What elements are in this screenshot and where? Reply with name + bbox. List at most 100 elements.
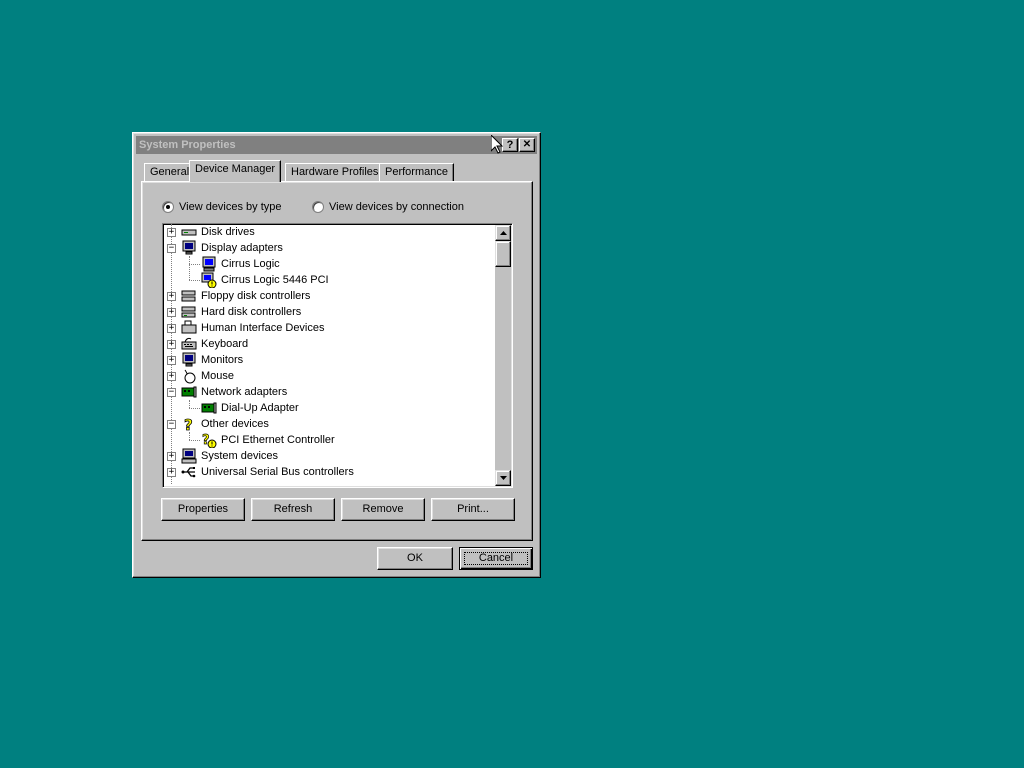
tree-item-label: Human Interface Devices — [201, 322, 325, 334]
usb-icon — [181, 467, 196, 478]
tree-item[interactable]: Network adapters — [181, 384, 287, 400]
tree-connector — [189, 440, 200, 441]
question-mark-icon: ? — [184, 416, 194, 432]
expand-plus-icon[interactable]: + — [167, 340, 176, 349]
expand-plus-icon[interactable]: + — [167, 292, 176, 301]
tree-item[interactable]: Mouse — [181, 368, 234, 384]
tree-item-label: Universal Serial Bus controllers — [201, 466, 354, 478]
expand-plus-icon[interactable]: + — [167, 468, 176, 477]
expand-plus-icon[interactable]: + — [167, 452, 176, 461]
tree-item-label: Monitors — [201, 354, 244, 366]
tree-item[interactable]: Dial-Up Adapter — [201, 400, 299, 416]
help-button[interactable]: ? — [502, 138, 518, 152]
arrow-down-icon — [499, 476, 507, 480]
svg-text:?: ? — [184, 416, 193, 432]
vertical-scrollbar[interactable] — [495, 225, 511, 486]
floppy-controller-icon — [181, 290, 196, 302]
mouse-icon — [184, 369, 196, 384]
tree-item-label: Keyboard — [201, 338, 249, 350]
tree-connector — [171, 224, 172, 484]
tab-device-manager-label: Device Manager — [195, 163, 276, 175]
tree-item[interactable]: Monitors — [181, 352, 243, 368]
tree-connector — [189, 432, 190, 440]
tab-general-label: General — [150, 166, 190, 178]
expand-plus-icon[interactable]: + — [167, 356, 176, 365]
tree-item-label: Display adapters — [201, 242, 283, 254]
tree-item[interactable]: Human Interface Devices — [181, 320, 325, 336]
ok-label: OK — [407, 552, 423, 564]
refresh-label: Refresh — [273, 503, 313, 515]
view-by-connection-label: View devices by connection — [329, 201, 464, 213]
tab-hardware-profiles-label: Hardware Profiles — [291, 166, 379, 178]
hard-disk-controller-icon — [181, 306, 196, 318]
radio-unselected-indicator — [312, 201, 324, 213]
tree-item[interactable]: System devices — [181, 448, 278, 464]
device-tree[interactable]: Disk drives + Display adapters − Cirrus Logi… — [162, 223, 513, 488]
expand-plus-icon[interactable]: + — [167, 228, 176, 237]
close-button[interactable]: ✕ — [519, 138, 535, 152]
network-adapter-icon — [181, 386, 197, 398]
print-label: Print... — [457, 503, 489, 515]
title-bar[interactable]: System Properties ? ✕ — [136, 136, 537, 154]
cancel-button[interactable]: Cancel — [459, 547, 533, 570]
tree-item[interactable]: Hard disk controllers — [181, 304, 301, 320]
collapse-minus-icon[interactable]: − — [167, 388, 176, 397]
tree-item[interactable]: Disk drives — [181, 224, 255, 240]
tree-item-label: Other devices — [201, 418, 269, 430]
view-by-connection-radio[interactable]: View devices by connection — [312, 201, 464, 213]
close-icon: ✕ — [522, 139, 532, 150]
tree-item-label: PCI Ethernet Controller — [221, 434, 335, 446]
tree-item[interactable]: Cirrus Logic 5446 PCI — [201, 272, 329, 288]
hid-icon — [181, 320, 197, 334]
radio-selected-indicator — [162, 201, 174, 213]
device-manager-panel: View devices by type View devices by con… — [141, 181, 533, 541]
tree-item[interactable]: Floppy disk controllers — [181, 288, 310, 304]
tree-item-label: Mouse — [201, 370, 235, 382]
refresh-button[interactable]: Refresh — [251, 498, 335, 521]
tree-item-label: Dial-Up Adapter — [221, 402, 299, 414]
scroll-up-button[interactable] — [495, 225, 511, 241]
tab-device-manager[interactable]: Device Manager — [189, 160, 282, 182]
expand-plus-icon[interactable]: + — [167, 372, 176, 381]
remove-button[interactable]: Remove — [341, 498, 425, 521]
arrow-up-icon — [499, 231, 507, 235]
view-by-type-label: View devices by type — [179, 201, 282, 213]
unknown-device-warning-icon: ? — [202, 433, 217, 448]
tree-item-label: Cirrus Logic 5446 PCI — [221, 274, 329, 286]
tab-performance[interactable]: Performance — [379, 163, 454, 182]
scroll-down-button[interactable] — [495, 470, 511, 486]
keyboard-icon — [181, 337, 197, 350]
mouse-pointer-icon — [491, 135, 503, 154]
collapse-minus-icon[interactable]: − — [167, 244, 176, 253]
display-adapter-warning-icon — [201, 272, 217, 288]
tree-connector — [189, 280, 200, 281]
tree-connector — [189, 408, 200, 409]
properties-label: Properties — [177, 503, 229, 515]
system-properties-dialog: System Properties ? ✕ General Device Man… — [132, 132, 541, 578]
tree-item-label: Disk drives — [201, 226, 255, 238]
scroll-thumb[interactable] — [495, 241, 511, 267]
print-button[interactable]: Print... — [431, 498, 515, 521]
ok-button[interactable]: OK — [377, 547, 453, 570]
monitor-icon — [182, 240, 196, 255]
window-title: System Properties — [139, 139, 236, 151]
expand-plus-icon[interactable]: + — [167, 308, 176, 317]
system-devices-icon — [181, 448, 197, 464]
tree-item[interactable]: Universal Serial Bus controllers — [181, 464, 354, 480]
tab-general[interactable]: General — [144, 163, 196, 182]
tree-item[interactable]: ? Other devices — [181, 416, 269, 432]
tree-item[interactable]: Display adapters — [181, 240, 283, 256]
tree-item-label: Network adapters — [201, 386, 288, 398]
tree-connector — [189, 264, 200, 265]
tab-performance-label: Performance — [385, 166, 448, 178]
tree-item[interactable]: ? PCI Ethernet Controller — [201, 432, 335, 448]
focus-rectangle — [464, 552, 528, 565]
tree-item[interactable]: Cirrus Logic — [201, 256, 280, 272]
expand-plus-icon[interactable]: + — [167, 324, 176, 333]
view-by-type-radio[interactable]: View devices by type — [162, 201, 282, 213]
tree-item[interactable]: Keyboard — [181, 336, 248, 352]
properties-button[interactable]: Properties — [161, 498, 245, 521]
collapse-minus-icon[interactable]: − — [167, 420, 176, 429]
tab-hardware-profiles[interactable]: Hardware Profiles — [285, 163, 385, 182]
tree-connector — [189, 400, 190, 408]
